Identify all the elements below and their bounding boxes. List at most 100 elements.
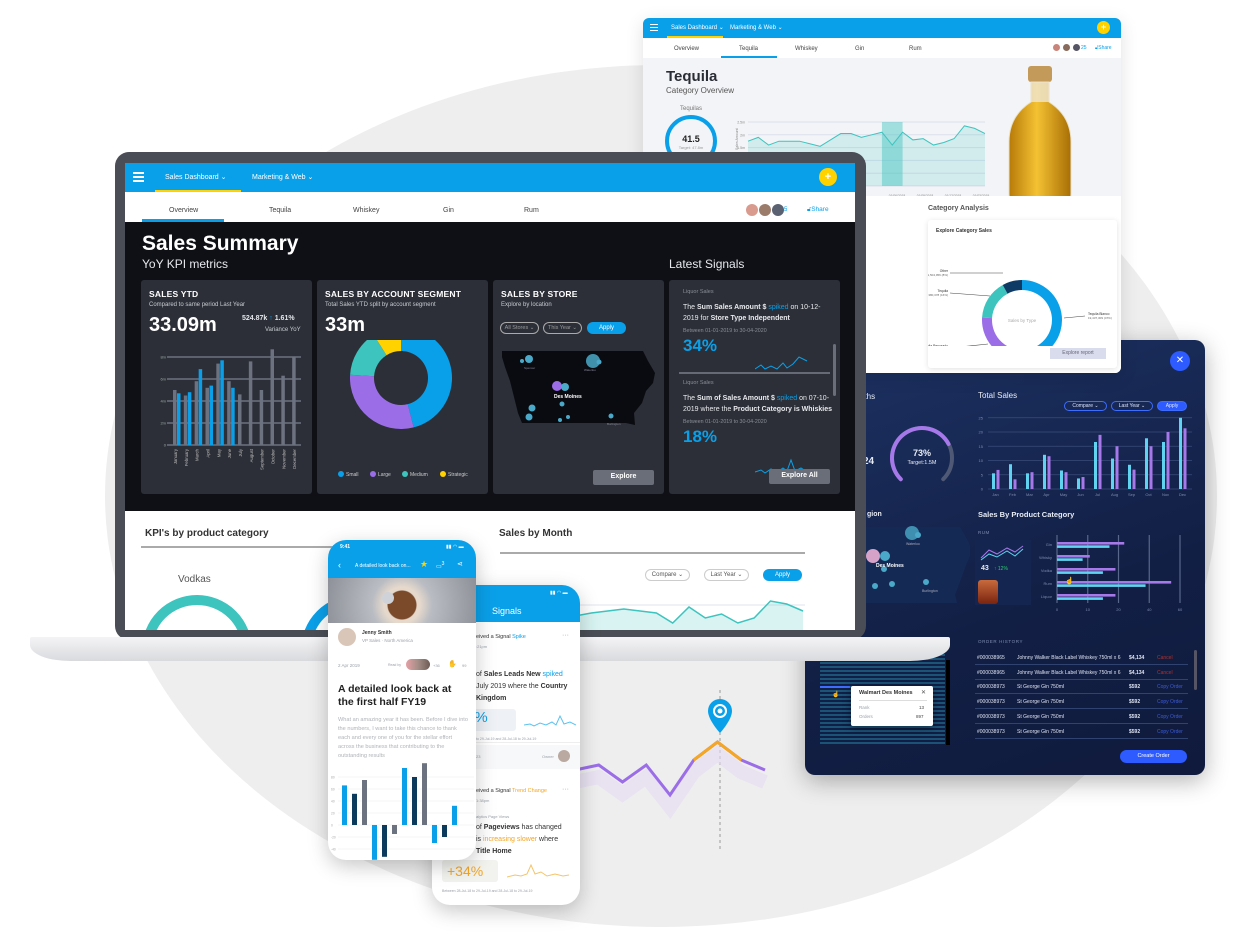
author-avatar[interactable] xyxy=(338,628,356,646)
more-icon[interactable]: ··· xyxy=(562,786,569,793)
bar[interactable] xyxy=(1057,545,1110,548)
explore-button[interactable]: Explore xyxy=(593,470,654,485)
apply-button[interactable]: Apply xyxy=(763,569,802,581)
reader-avatars[interactable] xyxy=(406,659,430,670)
bar[interactable] xyxy=(1179,417,1182,489)
bar[interactable] xyxy=(1057,555,1090,558)
pie-slice-large[interactable] xyxy=(350,374,414,429)
bar[interactable] xyxy=(270,349,275,445)
bar[interactable] xyxy=(1009,464,1012,489)
map-bubble[interactable] xyxy=(915,532,921,538)
map-bubble[interactable] xyxy=(528,404,536,412)
bar[interactable] xyxy=(173,390,177,445)
bar[interactable] xyxy=(352,793,357,825)
bar[interactable] xyxy=(442,825,447,837)
avatar[interactable] xyxy=(1053,44,1060,51)
tab-whiskey[interactable]: Whiskey xyxy=(795,46,818,52)
plus-icon[interactable]: + xyxy=(819,168,837,186)
bar[interactable] xyxy=(402,768,407,825)
share-button[interactable]: 🔓︎Share xyxy=(807,206,829,214)
order-action-link[interactable]: Cancel xyxy=(1157,670,1173,676)
bar[interactable] xyxy=(1098,434,1102,489)
avatar[interactable] xyxy=(1073,44,1080,51)
location-pin-icon[interactable] xyxy=(705,697,735,737)
sales-ytd-card[interactable]: SALES YTD Compared to same period Last Y… xyxy=(141,280,312,494)
more-icon[interactable]: ··· xyxy=(562,632,569,639)
bar[interactable] xyxy=(422,763,427,825)
bar[interactable] xyxy=(1077,478,1080,489)
map-bubble[interactable] xyxy=(608,413,614,419)
bar[interactable] xyxy=(227,381,231,445)
bar[interactable] xyxy=(342,785,347,825)
bar[interactable] xyxy=(992,473,995,489)
bar[interactable] xyxy=(1115,446,1119,489)
bar[interactable] xyxy=(1081,477,1085,489)
owner-avatar[interactable] xyxy=(558,750,570,762)
pie-slice-tequila-blanco[interactable] xyxy=(1022,280,1062,346)
bar[interactable] xyxy=(452,805,457,825)
bar[interactable] xyxy=(1094,441,1097,489)
apply-button[interactable]: Apply xyxy=(587,322,626,334)
map-bubble[interactable] xyxy=(923,579,929,585)
bar[interactable] xyxy=(1030,472,1034,489)
order-action-link[interactable]: Copy Order xyxy=(1157,729,1183,735)
avatar[interactable] xyxy=(1063,44,1070,51)
map-bubble[interactable] xyxy=(566,415,570,419)
clap-icon[interactable]: ✋ xyxy=(448,660,457,668)
bar[interactable] xyxy=(1132,469,1136,489)
sales-by-store-card[interactable]: SALES BY STORE Explore by location All S… xyxy=(493,280,664,494)
rum-kpi-card[interactable]: 43 ↑ 12% xyxy=(975,540,1031,605)
signal-item[interactable]: Liquor Sales The Sum Sales Amount $ spik… xyxy=(683,289,833,370)
back-icon[interactable]: ‹ xyxy=(338,560,341,570)
bar[interactable] xyxy=(194,381,199,445)
bar[interactable] xyxy=(382,825,387,857)
order-action-link[interactable]: Copy Order xyxy=(1157,699,1183,705)
order-row[interactable]: #000038973 St George Gin 750ml $592 Copy… xyxy=(975,710,1188,724)
map-bubble[interactable] xyxy=(561,383,569,391)
all-stores-dropdown[interactable]: All Stores ⌄ xyxy=(500,322,539,334)
apply-button[interactable]: Apply xyxy=(1157,401,1187,411)
bar[interactable] xyxy=(1057,594,1116,597)
bar[interactable] xyxy=(1162,441,1165,489)
pie-slice-tequila[interactable] xyxy=(982,284,1008,319)
tab-tequila[interactable]: Tequila xyxy=(739,46,758,52)
bar[interactable] xyxy=(198,369,203,445)
compare-dropdown[interactable]: Compare ⌄ xyxy=(645,569,690,581)
tab-whiskey[interactable]: Whiskey xyxy=(353,207,379,214)
bar[interactable] xyxy=(1057,568,1116,571)
scrollbar[interactable] xyxy=(946,660,950,745)
bar[interactable] xyxy=(1060,470,1063,489)
order-row[interactable]: #000038965 Johnny Walker Black Label Whi… xyxy=(975,666,1188,680)
nav-sales-dashboard[interactable]: Sales Dashboard ⌄ xyxy=(165,173,227,181)
create-order-button[interactable]: Create Order xyxy=(1120,750,1187,763)
bar[interactable] xyxy=(1026,473,1029,489)
bar[interactable] xyxy=(187,392,192,445)
map-bubble[interactable] xyxy=(889,581,895,587)
bar[interactable] xyxy=(209,385,214,445)
bar[interactable] xyxy=(1013,479,1017,489)
this-year-dropdown[interactable]: This Year ⌄ xyxy=(543,322,582,334)
comment-icon[interactable]: ▭3 xyxy=(436,561,444,570)
plus-icon[interactable]: + xyxy=(1097,21,1110,34)
bar[interactable] xyxy=(1057,558,1083,561)
bar[interactable] xyxy=(1057,542,1125,545)
bar[interactable] xyxy=(248,361,253,445)
share-button[interactable]: 🔓︎Share xyxy=(1095,45,1112,51)
tab-rum[interactable]: Rum xyxy=(524,207,539,214)
tab-tequila[interactable]: Tequila xyxy=(269,207,291,214)
map-bubble[interactable] xyxy=(520,359,524,363)
bar[interactable] xyxy=(231,387,235,445)
bar[interactable] xyxy=(1057,571,1103,574)
bar[interactable] xyxy=(362,780,367,825)
order-action-link[interactable]: Copy Order xyxy=(1157,684,1183,690)
order-row[interactable]: #000038973 St George Gin 750ml $592 Copy… xyxy=(975,680,1188,695)
bar[interactable] xyxy=(183,395,188,446)
tooltip-close-icon[interactable]: ✕ xyxy=(921,689,926,696)
order-row[interactable]: #000038973 St George Gin 750ml $592 Copy… xyxy=(975,695,1188,710)
order-action-link[interactable]: Copy Order xyxy=(1157,714,1183,720)
tab-overview[interactable]: Overview xyxy=(674,46,699,52)
hamburger-icon[interactable] xyxy=(133,172,144,182)
avatar[interactable] xyxy=(759,204,771,216)
bar[interactable] xyxy=(1047,456,1051,489)
compare-dropdown[interactable]: Compare ⌄ xyxy=(1064,401,1107,411)
